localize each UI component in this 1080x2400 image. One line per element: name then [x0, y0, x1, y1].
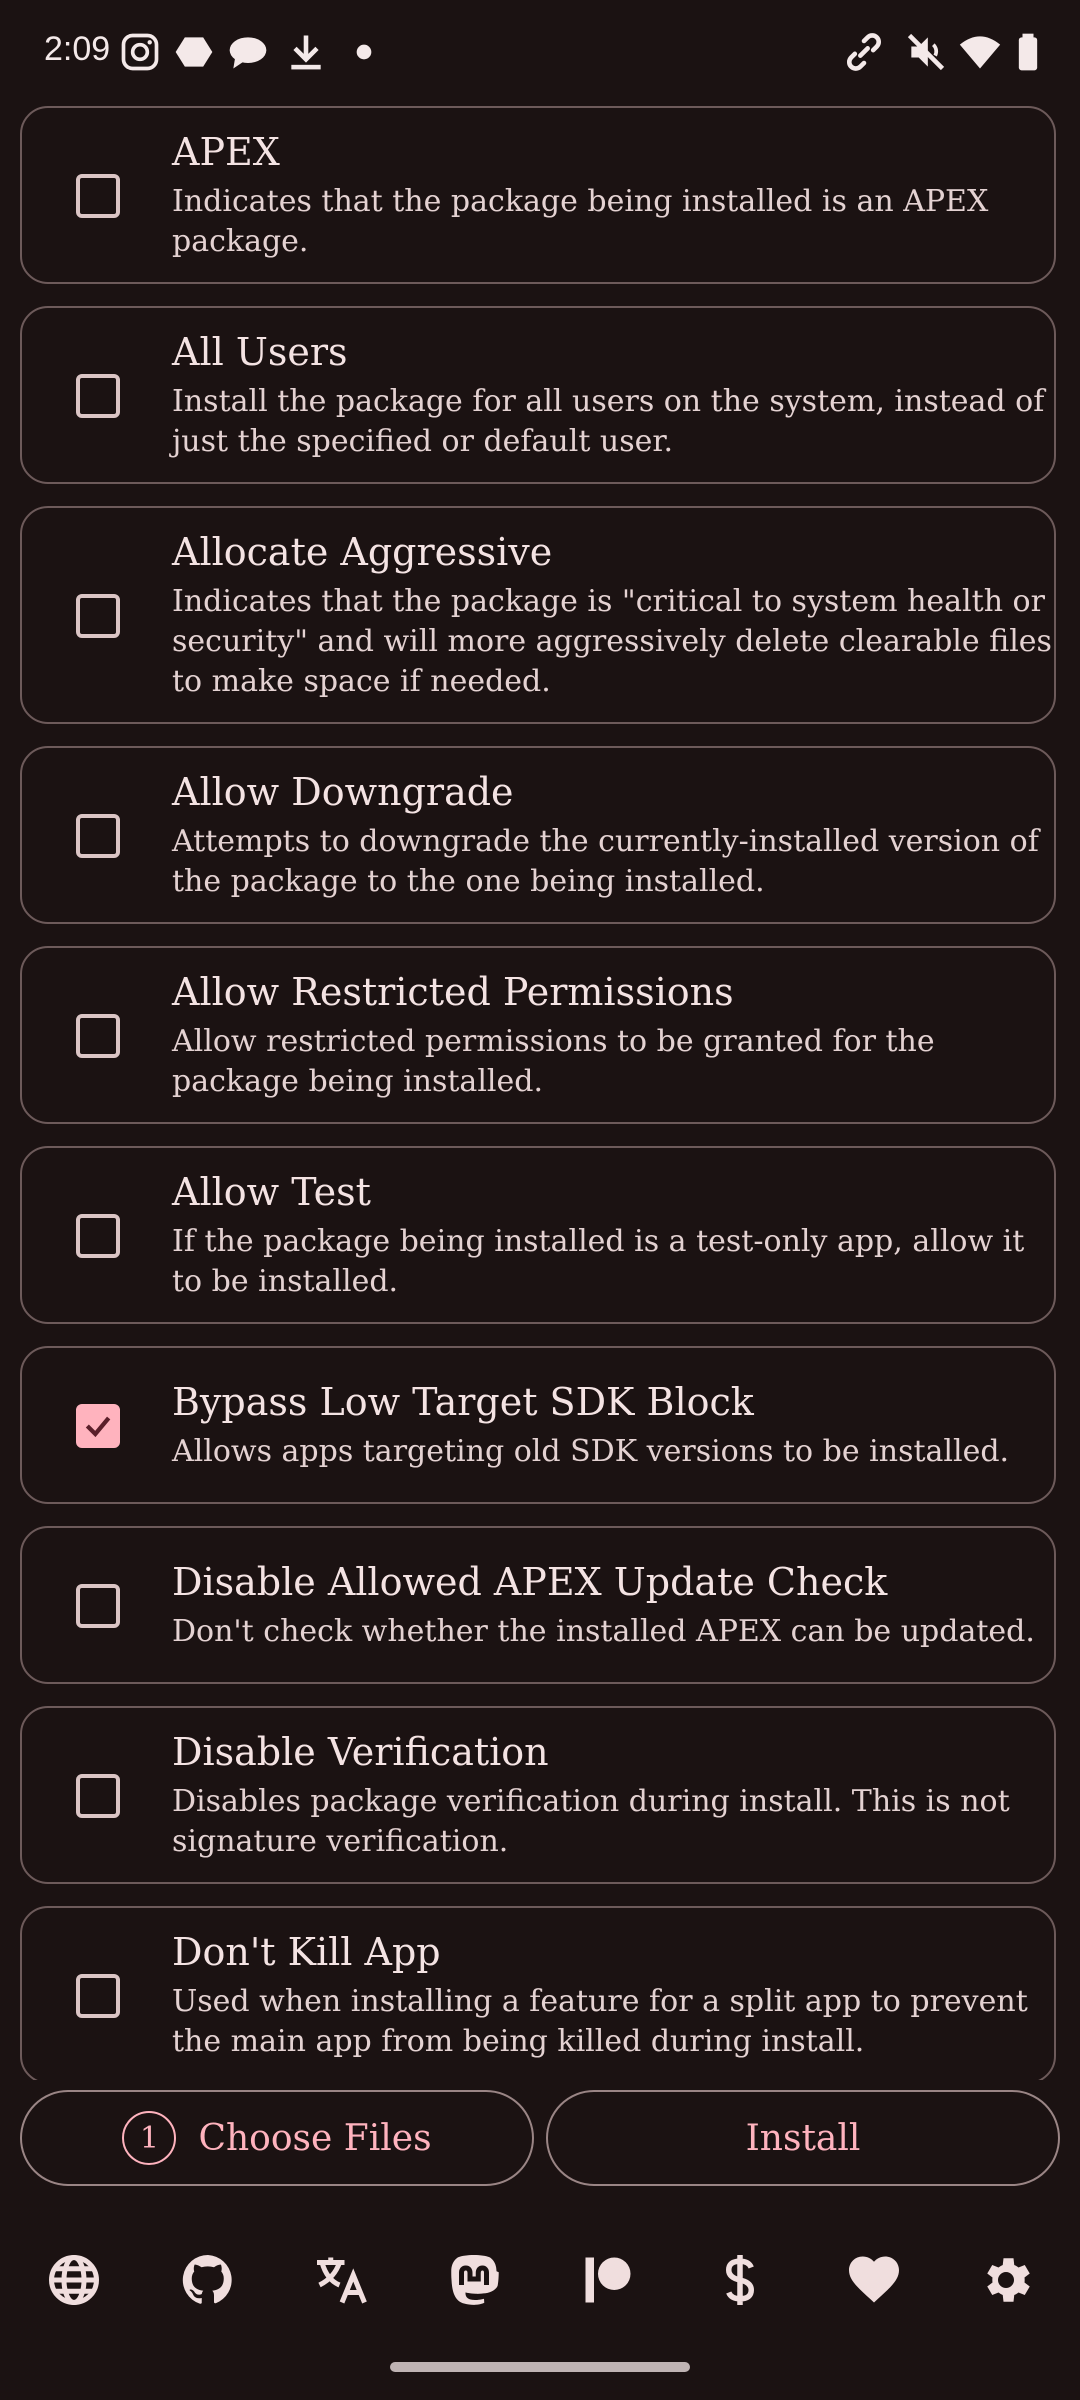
option-checkbox[interactable]: [76, 1974, 120, 2018]
download-icon: [284, 30, 328, 74]
option-title: Bypass Low Target SDK Block: [172, 1380, 754, 1424]
status-time: 2:09: [44, 30, 111, 68]
option-description: Don't check whether the installed APEX c…: [172, 1614, 1035, 1649]
battery-icon: [1006, 30, 1050, 74]
option-title: Disable Allowed APEX Update Check: [172, 1560, 888, 1604]
github-icon[interactable]: [178, 2250, 238, 2310]
install-button[interactable]: Install: [546, 2090, 1060, 2186]
option-description: Install the package for all users on the…: [172, 384, 1045, 459]
option-all-users[interactable]: All Users Install the package for all us…: [20, 306, 1056, 484]
translate-icon[interactable]: [312, 2250, 372, 2310]
dollar-icon[interactable]: [710, 2250, 770, 2310]
option-description: Disables package verification during ins…: [172, 1784, 1010, 1859]
option-title: Allocate Aggressive: [172, 530, 553, 574]
option-checkbox[interactable]: [76, 1584, 120, 1628]
option-allocate-aggressive[interactable]: Allocate Aggressive Indicates that the p…: [20, 506, 1056, 724]
selected-files-count-badge: 1: [122, 2111, 177, 2165]
option-checkbox[interactable]: [76, 814, 120, 858]
option-allow-test[interactable]: Allow Test If the package being installe…: [20, 1146, 1056, 1324]
option-checkbox[interactable]: [76, 594, 120, 638]
option-description: Attempts to downgrade the currently-inst…: [172, 824, 1039, 899]
option-title: Allow Restricted Permissions: [172, 970, 734, 1014]
option-title: APEX: [172, 130, 280, 174]
dot-icon: [342, 30, 386, 74]
option-disable-verification[interactable]: Disable Verification Disables package ve…: [20, 1706, 1056, 1884]
instagram-icon: [118, 30, 162, 74]
choose-files-label: Choose Files: [198, 2117, 432, 2159]
option-checkbox[interactable]: [76, 174, 120, 218]
install-label: Install: [745, 2117, 861, 2159]
option-description: Indicates that the package is "critical …: [172, 584, 1052, 699]
choose-files-button[interactable]: 1 Choose Files: [20, 2090, 534, 2186]
option-checkbox[interactable]: [76, 1214, 120, 1258]
option-title: Disable Verification: [172, 1730, 549, 1774]
option-title: Allow Downgrade: [172, 770, 514, 814]
option-description: Allow restricted permissions to be grant…: [172, 1024, 935, 1099]
option-title: Allow Test: [172, 1170, 371, 1214]
option-description: Indicates that the package being install…: [172, 184, 989, 259]
option-checkbox[interactable]: [76, 1014, 120, 1058]
home-indicator[interactable]: [390, 2362, 690, 2372]
option-title: All Users: [172, 330, 348, 374]
mute-icon: [904, 30, 948, 74]
option-allow-downgrade[interactable]: Allow Downgrade Attempts to downgrade th…: [20, 746, 1056, 924]
status-bar: 2:09: [0, 0, 1080, 104]
bottom-link-bar: [0, 2226, 1080, 2336]
chat-bubble-icon: [226, 30, 270, 74]
option-description: Allows apps targeting old SDK versions t…: [172, 1434, 1010, 1469]
install-options-list[interactable]: APEX Indicates that the package being in…: [20, 106, 1060, 2080]
action-bar: 1 Choose Files Install: [0, 2080, 1080, 2200]
mastodon-icon[interactable]: [444, 2250, 504, 2310]
option-checkbox[interactable]: [76, 374, 120, 418]
option-title: Don't Kill App: [172, 1930, 441, 1974]
option-checkbox-checked[interactable]: [76, 1404, 120, 1448]
option-allow-restricted-permissions[interactable]: Allow Restricted Permissions Allow restr…: [20, 946, 1056, 1124]
settings-icon[interactable]: [976, 2250, 1036, 2310]
option-dont-kill-app[interactable]: Don't Kill App Used when installing a fe…: [20, 1906, 1056, 2080]
option-description: Used when installing a feature for a spl…: [172, 1984, 1028, 2059]
heart-icon[interactable]: [844, 2250, 904, 2310]
option-checkbox[interactable]: [76, 1774, 120, 1818]
wifi-icon: [958, 30, 1002, 74]
option-disable-allowed-apex-update-check[interactable]: Disable Allowed APEX Update Check Don't …: [20, 1526, 1056, 1684]
patreon-icon[interactable]: [578, 2250, 638, 2310]
link-icon: [842, 30, 886, 74]
globe-icon[interactable]: [44, 2250, 104, 2310]
option-apex[interactable]: APEX Indicates that the package being in…: [20, 106, 1056, 284]
hexagon-icon: [172, 30, 216, 74]
option-description: If the package being installed is a test…: [172, 1224, 1025, 1299]
checkmark-icon: [85, 1416, 111, 1438]
option-bypass-low-target-sdk-block[interactable]: Bypass Low Target SDK Block Allows apps …: [20, 1346, 1056, 1504]
